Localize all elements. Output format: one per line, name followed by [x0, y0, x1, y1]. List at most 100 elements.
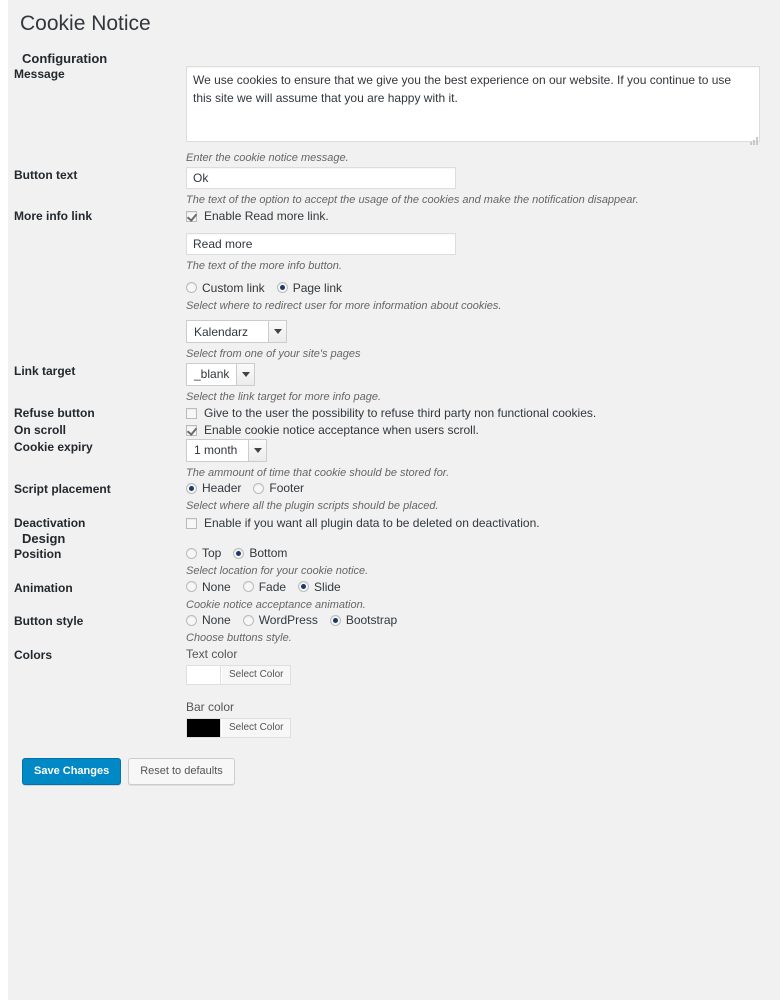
description-button-style: Choose buttons style. [186, 632, 292, 645]
page-select[interactable]: Kalendarz [186, 320, 287, 344]
on-scroll-row[interactable]: Enable cookie notice acceptance when use… [186, 422, 766, 439]
custom-link-radio[interactable] [186, 282, 197, 294]
animation-slide-radio[interactable] [298, 581, 310, 593]
radio-option-animation-none[interactable]: None [186, 580, 231, 594]
on-scroll-checkbox[interactable] [186, 424, 197, 436]
style-none-label: None [202, 613, 231, 628]
description-link-type: Select where to redirect user for more i… [186, 299, 502, 312]
label-link-target: Link target [14, 363, 76, 378]
animation-none-radio[interactable] [186, 581, 197, 593]
animation-slide-label: Slide [314, 579, 341, 594]
radio-option-style-wordpress[interactable]: WordPress [242, 613, 318, 628]
chevron-down-icon[interactable] [248, 438, 267, 462]
field-position: Top Bottom Select location for your cook… [186, 546, 766, 580]
enable-read-more-checkbox[interactable] [186, 211, 197, 223]
bar-color-picker[interactable]: Select Color [186, 717, 292, 738]
description-cookie-expiry: The ammount of time that cookie should b… [186, 466, 450, 479]
header-radio[interactable] [186, 482, 197, 494]
bar-color-select-button[interactable]: Select Color [221, 718, 291, 737]
row-button-style: Button style None WordPress Bootstrap Ch… [14, 613, 766, 647]
row-script-placement: Script placement Header Footer Select wh… [14, 481, 766, 515]
deactivation-row[interactable]: Enable if you want all plugin data to be… [186, 515, 766, 532]
radio-option-page-link[interactable]: Page link [276, 281, 342, 295]
field-link-target: _blank Select the link target for more i… [186, 362, 766, 406]
text-color-picker[interactable]: Select Color [186, 664, 292, 685]
radio-option-header[interactable]: Header [186, 481, 241, 495]
deactivation-checkbox[interactable] [186, 517, 197, 529]
on-scroll-checkbox-label: Enable cookie notice acceptance when use… [204, 422, 479, 437]
text-color-swatch[interactable] [187, 665, 221, 684]
label-on-scroll: On scroll [14, 422, 67, 437]
field-animation: None Fade Slide Cookie notice acceptance… [186, 580, 766, 614]
cookie-expiry-select[interactable]: 1 month [186, 438, 267, 462]
row-cookie-expiry: Cookie expiry 1 month The ammount of tim… [14, 438, 766, 482]
radio-option-custom-link[interactable]: Custom link [186, 281, 265, 295]
submit-bar: Save Changes Reset to defaults [14, 742, 766, 786]
label-button-text: Button text [14, 167, 78, 182]
row-message: Message Enter the cookie notice message. [14, 66, 766, 167]
link-target-select[interactable]: _blank [186, 362, 255, 386]
label-deactivation: Deactivation [14, 515, 86, 530]
description-more-info-button: The text of the more info button. [186, 260, 342, 273]
row-position: Position Top Bottom Select location for … [14, 546, 766, 580]
style-bootstrap-radio[interactable] [329, 614, 341, 626]
radio-option-top[interactable]: Top [186, 546, 221, 560]
footer-radio[interactable] [253, 482, 265, 494]
button-text-input[interactable] [186, 166, 456, 189]
label-colors: Colors [14, 647, 53, 662]
page-select-value: Kalendarz [186, 320, 268, 344]
text-color-label: Text color [186, 646, 238, 661]
deactivation-checkbox-label: Enable if you want all plugin data to be… [204, 515, 540, 530]
description-animation: Cookie notice acceptance animation. [186, 598, 366, 611]
field-on-scroll: Enable cookie notice acceptance when use… [186, 422, 766, 439]
chevron-down-icon[interactable] [268, 320, 287, 344]
save-changes-button[interactable]: Save Changes [22, 757, 122, 786]
bar-color-label: Bar color [186, 699, 235, 714]
text-color-select-button[interactable]: Select Color [221, 665, 291, 684]
row-refuse-button: Refuse button Give to the user the possi… [14, 405, 766, 422]
radio-option-style-bootstrap[interactable]: Bootstrap [329, 613, 398, 628]
configuration-form-table: Message Enter the cookie notice message.… [14, 66, 766, 531]
style-wordpress-label: WordPress [258, 613, 318, 628]
chevron-down-icon[interactable] [236, 362, 255, 386]
style-wordpress-radio[interactable] [242, 614, 254, 626]
label-animation: Animation [14, 580, 73, 595]
radio-option-footer[interactable]: Footer [253, 481, 304, 495]
top-label: Top [202, 546, 222, 561]
field-message: Enter the cookie notice message. [186, 66, 766, 167]
top-radio[interactable] [186, 547, 197, 559]
style-bootstrap-label: Bootstrap [345, 613, 398, 628]
read-more-text-input[interactable] [186, 233, 456, 256]
cookie-expiry-select-value: 1 month [186, 438, 248, 462]
row-animation: Animation None Fade Slide Cookie notice … [14, 580, 766, 614]
custom-link-label: Custom link [202, 280, 265, 295]
refuse-button-row[interactable]: Give to the user the possibility to refu… [186, 405, 766, 422]
field-colors: Text color Select Color Bar color Select… [186, 647, 766, 742]
bottom-radio[interactable] [233, 547, 245, 559]
label-message: Message [14, 67, 65, 82]
radio-option-style-none[interactable]: None [186, 613, 231, 627]
field-script-placement: Header Footer Select where all the plugi… [186, 481, 766, 515]
bar-color-swatch[interactable] [187, 718, 221, 737]
label-cookie-expiry: Cookie expiry [14, 439, 93, 454]
animation-fade-radio[interactable] [242, 581, 254, 593]
position-radio-group: Top Bottom [186, 546, 766, 560]
label-button-style: Button style [14, 614, 84, 629]
field-button-text: The text of the option to accept the usa… [186, 166, 766, 209]
button-style-radio-group: None WordPress Bootstrap [186, 613, 766, 627]
refuse-button-checkbox[interactable] [186, 407, 197, 419]
row-button-text: Button text The text of the option to ac… [14, 166, 766, 209]
design-form-table: Position Top Bottom Select location for … [14, 546, 766, 742]
radio-option-animation-slide[interactable]: Slide [298, 580, 341, 594]
description-position: Select location for your cookie notice. [186, 565, 369, 578]
style-none-radio[interactable] [186, 614, 197, 626]
animation-none-label: None [202, 579, 231, 594]
field-more-info-link: Enable Read more link. The text of the m… [186, 208, 766, 362]
footer-label: Footer [269, 481, 305, 496]
enable-read-more-row[interactable]: Enable Read more link. [186, 208, 766, 225]
radio-option-bottom[interactable]: Bottom [233, 546, 287, 560]
message-textarea[interactable] [186, 66, 760, 143]
page-link-radio[interactable] [276, 282, 288, 294]
reset-to-defaults-button[interactable]: Reset to defaults [128, 757, 235, 786]
radio-option-animation-fade[interactable]: Fade [242, 580, 286, 594]
